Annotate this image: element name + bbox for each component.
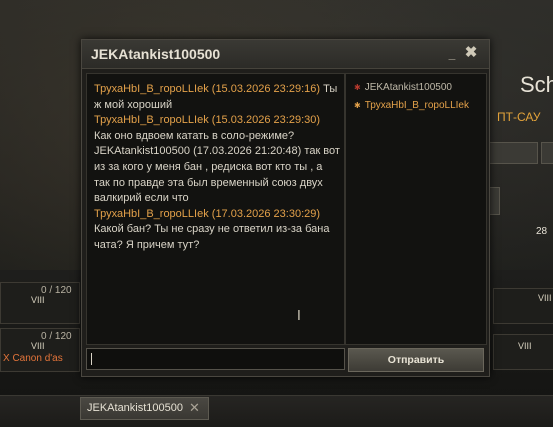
input-caret [91, 353, 92, 365]
member-list: ✱ JEKAtankist100500 ✱ ТрухаHbI_B_ropoLLIek [345, 73, 487, 345]
message-history[interactable]: ТрухаHbI_B_ropoLLIek (15.03.2026 23:29:1… [86, 73, 345, 345]
message-sender: JEKAtankist100500 [94, 145, 191, 158]
message-timestamp: (17.03.2026 21:20:48) [193, 145, 302, 158]
vehicle-counter: 0 / 120 [41, 331, 72, 342]
message-text: Какой бан? Ты не сразу не ответил из-за … [94, 223, 330, 251]
message-timestamp: (15.03.2026 23:29:30) [211, 114, 321, 127]
message-list: ТрухаHbI_B_ropoLLIek (15.03.2026 23:29:1… [94, 82, 340, 254]
chat-message: ТрухаHbI_B_ropoLLIek (17.03.2026 23:30:2… [94, 207, 340, 254]
message-timestamp: (17.03.2026 23:30:29) [211, 207, 321, 220]
message-sender: ТрухаHbI_B_ropoLLIek [94, 114, 209, 127]
tier-label: VIII [538, 293, 552, 303]
message-text: Как оно вдвоем катать в соло-режиме? [94, 129, 295, 142]
vehicle-class: ПТ-САУ [497, 110, 541, 124]
minimize-button[interactable]: _ [446, 48, 458, 60]
member-name: ТрухаHbI_B_ropoLLIek [364, 100, 469, 111]
member-name: JEKAtankist100500 [364, 82, 452, 93]
message-timestamp: (15.03.2026 23:29:16) [211, 83, 321, 95]
message-sender: ТрухаHbI_B_ropoLLIek [94, 207, 209, 220]
message-sender: ТрухаHbI_B_ropoLLIek [94, 83, 209, 95]
member-item[interactable]: ✱ JEKAtankist100500 [354, 82, 452, 93]
send-button[interactable]: Отправить [348, 348, 484, 372]
vehicle-name: X Canon d'as [3, 353, 63, 364]
right-panel-button[interactable] [541, 142, 553, 164]
crew-card[interactable]: VIII [493, 288, 553, 324]
vehicle-card[interactable]: VIII 0 / 120 X Canon d'as [0, 328, 80, 372]
tier-label: VIII [31, 295, 45, 305]
text-cursor-icon: I [297, 309, 301, 324]
message-input[interactable] [87, 349, 344, 369]
chat-window: JEKAtankist100500 _ ✖ ТрухаHbI_B_ropoLLI… [81, 39, 490, 377]
tier-label: VIII [31, 341, 45, 351]
chat-message: ТрухаHbI_B_ropoLLIek (15.03.2026 23:29:1… [94, 82, 340, 113]
status-dot-icon: ✱ [354, 83, 361, 92]
vehicle-card[interactable]: VIII 0 / 120 [0, 282, 80, 324]
chat-window-header[interactable]: JEKAtankist100500 _ ✖ [82, 40, 489, 69]
chat-tab[interactable]: JEKAtankist100500 ✕ [80, 397, 209, 420]
right-panel-button[interactable] [488, 142, 538, 164]
vehicle-counter: 0 / 120 [41, 285, 72, 296]
status-dot-icon: ✱ [354, 101, 361, 110]
stat-value: 28 [536, 226, 548, 237]
chat-message: JEKAtankist100500 (17.03.2026 21:20:48) … [94, 144, 340, 206]
member-item[interactable]: ✱ ТрухаHbI_B_ropoLLIek [354, 100, 469, 111]
chat-message: ТрухаHbI_B_ropoLLIek (15.03.2026 23:29:3… [94, 113, 340, 144]
close-button[interactable]: ✖ [464, 45, 478, 60]
chat-tab-label: JEKAtankist100500 [87, 402, 184, 414]
chat-tab-close-icon[interactable]: ✕ [189, 400, 200, 416]
message-input-box[interactable] [86, 348, 345, 370]
crew-card[interactable]: VIII [493, 334, 553, 370]
vehicle-title: Sch [520, 72, 553, 97]
tier-label: VIII [518, 341, 532, 351]
chat-window-title: JEKAtankist100500 [91, 46, 221, 62]
